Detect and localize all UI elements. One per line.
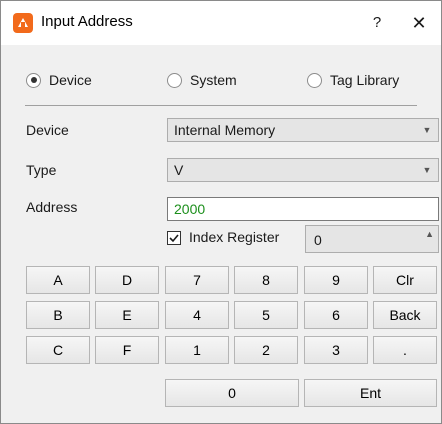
checkmark-icon	[169, 234, 179, 243]
radio-tag-library[interactable]: Tag Library	[307, 70, 399, 90]
key-b[interactable]: B	[26, 301, 90, 329]
key-0[interactable]: 0	[165, 379, 299, 407]
key-c[interactable]: C	[26, 336, 90, 364]
window-title: Input Address	[41, 13, 133, 30]
type-select[interactable]: V ▼	[167, 158, 439, 182]
clear-button[interactable]: Clr	[373, 266, 437, 294]
help-button[interactable]: ?	[363, 9, 391, 37]
index-register-spinbox[interactable]: 0 ▲	[305, 225, 439, 253]
key-5[interactable]: 5	[234, 301, 298, 329]
key-3[interactable]: 3	[304, 336, 368, 364]
key-4[interactable]: 4	[165, 301, 229, 329]
separator	[25, 105, 417, 106]
radio-button-icon	[167, 72, 182, 88]
chevron-up-icon[interactable]: ▲	[425, 229, 434, 239]
index-register-label: Index Register	[189, 229, 280, 245]
close-button[interactable]: ✕	[405, 9, 433, 37]
device-select-value: Internal Memory	[174, 122, 276, 138]
radio-tag-library-label: Tag Library	[330, 72, 400, 88]
key-f[interactable]: F	[95, 336, 159, 364]
title-bar: Input Address ? ✕	[1, 1, 441, 45]
chevron-down-icon: ▼	[422, 165, 432, 175]
key-6[interactable]: 6	[304, 301, 368, 329]
key-d[interactable]: D	[95, 266, 159, 294]
key-2[interactable]: 2	[234, 336, 298, 364]
key-decimal-point[interactable]: .	[373, 336, 437, 364]
input-address-dialog: Input Address ? ✕ Device System Tag Libr…	[0, 0, 442, 424]
type-select-value: V	[174, 162, 184, 178]
backspace-button[interactable]: Back	[373, 301, 437, 329]
key-7[interactable]: 7	[165, 266, 229, 294]
index-register-checkbox[interactable]	[167, 231, 181, 245]
radio-system[interactable]: System	[167, 70, 237, 90]
radio-device[interactable]: Device	[26, 70, 92, 90]
address-input[interactable]: 2000	[167, 197, 439, 221]
key-e[interactable]: E	[95, 301, 159, 329]
key-8[interactable]: 8	[234, 266, 298, 294]
address-input-value: 2000	[174, 201, 206, 217]
device-label: Device	[26, 122, 69, 138]
device-select[interactable]: Internal Memory ▼	[167, 118, 439, 142]
key-9[interactable]: 9	[304, 266, 368, 294]
index-register-value: 0	[314, 232, 322, 248]
radio-system-label: System	[190, 72, 237, 88]
key-a[interactable]: A	[26, 266, 90, 294]
app-logo-icon	[13, 13, 33, 33]
chevron-down-icon: ▼	[422, 125, 432, 135]
key-1[interactable]: 1	[165, 336, 229, 364]
radio-button-icon	[307, 72, 322, 88]
type-label: Type	[26, 162, 57, 178]
enter-button[interactable]: Ent	[304, 379, 437, 407]
radio-device-label: Device	[49, 72, 92, 88]
address-label: Address	[26, 199, 78, 215]
radio-button-checked-icon	[26, 72, 41, 88]
